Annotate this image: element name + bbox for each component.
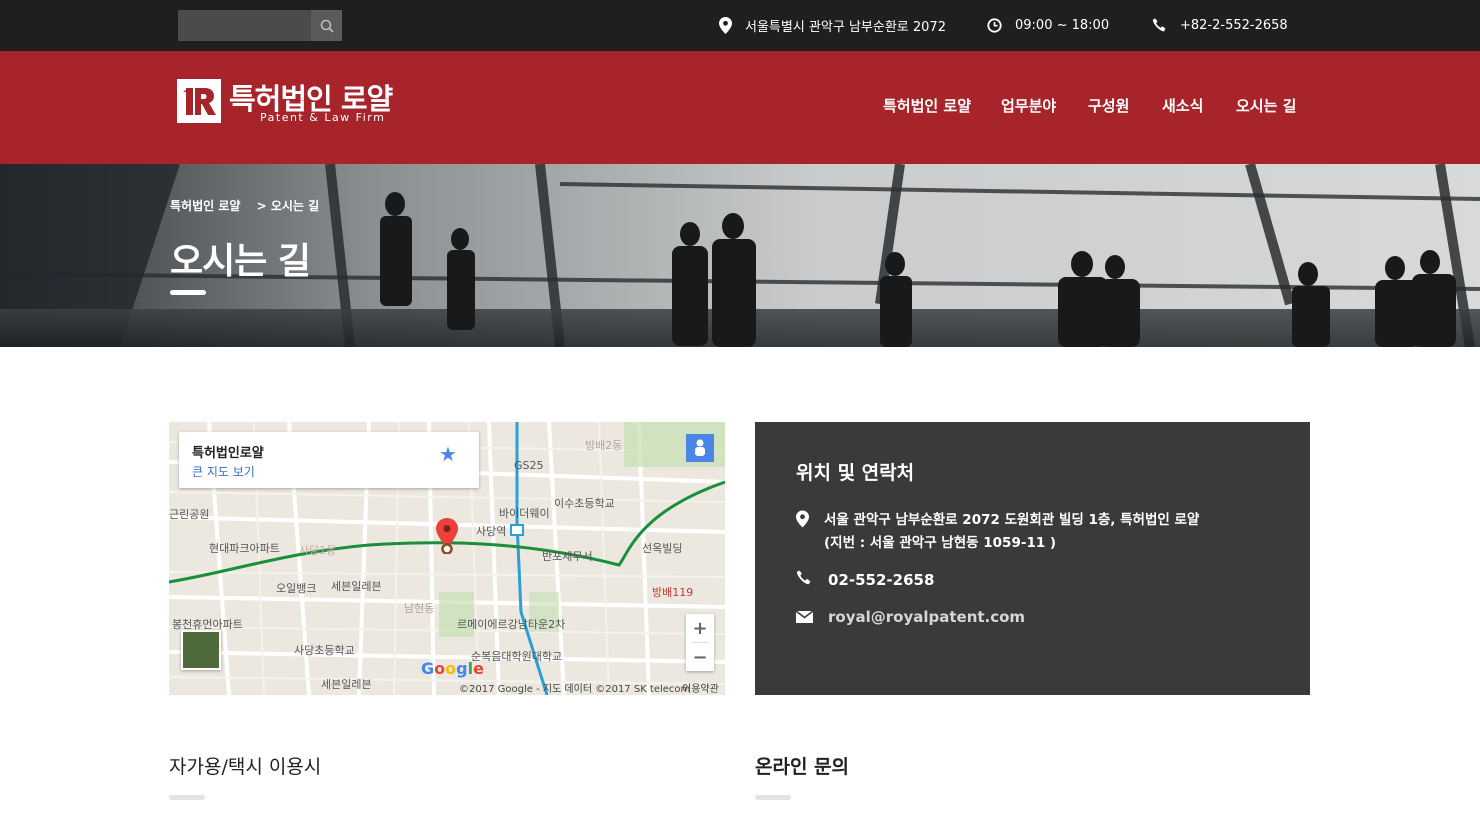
nav-item-members[interactable]: 구성원: [1088, 95, 1129, 116]
site-header: 특허법인 로얄 Patent & Law Firm 특허법인 로얄 업무분야 구…: [0, 51, 1480, 164]
map-label: 오일뱅크: [276, 582, 317, 595]
map-pin-icon: [719, 17, 732, 34]
zoom-out-button[interactable]: −: [686, 643, 714, 671]
map-label: 이수초등학교: [554, 497, 615, 510]
contact-phone-text: 02-552-2658: [828, 571, 935, 589]
contact-info-panel: 위치 및 연락처 서울 관악구 남부순환로 2072 도원회관 빌딩 1층, 특…: [755, 422, 1310, 695]
street-view-pegman-button[interactable]: [686, 434, 714, 462]
top-hours-text: 09:00 ~ 18:00: [1015, 18, 1110, 33]
map-label: GS25: [514, 459, 544, 472]
map-place-card: 특허법인로얄 큰 지도 보기 ★: [179, 432, 479, 488]
top-hours: 09:00 ~ 18:00: [987, 0, 1109, 51]
map-label: 근린공원: [169, 508, 210, 521]
top-bar: 서울특별시 관악구 남부순환로 2072 09:00 ~ 18:00 +82-2…: [0, 0, 1480, 51]
search-input[interactable]: [178, 10, 311, 41]
location-marker-icon[interactable]: [436, 518, 458, 554]
zoom-in-button[interactable]: +: [686, 614, 714, 642]
logo[interactable]: 특허법인 로얄 Patent & Law Firm: [177, 79, 417, 127]
view-larger-map-link[interactable]: 큰 지도 보기: [192, 463, 255, 480]
top-phone-text: +82-2-552-2658: [1180, 18, 1288, 33]
contact-email-link[interactable]: royal@royalpatent.com: [828, 606, 1025, 629]
section-underline: [755, 795, 791, 800]
pegman-icon: [695, 439, 705, 456]
map-label: 반포세무서: [542, 550, 593, 563]
nav-item-about[interactable]: 특허법인 로얄: [883, 95, 971, 116]
logo-subtitle: Patent & Law Firm: [260, 111, 386, 124]
map-label: 세븐일레븐: [321, 678, 372, 691]
clock-icon: [987, 18, 1002, 33]
breadcrumb: 특허법인 로얄 > 오시는 길: [170, 197, 319, 214]
map-label: 바이더웨이: [499, 507, 550, 520]
phone-icon: [1152, 18, 1166, 32]
map-label: 방배119: [652, 586, 694, 599]
online-inquiry-section-title: 온라인 문의: [755, 756, 850, 778]
logo-mark-icon: [177, 79, 221, 123]
page-hero: 특허법인 로얄 > 오시는 길 오시는 길: [0, 164, 1480, 347]
search-icon: [320, 19, 334, 33]
contact-address-line2: (지번 : 서울 관악구 남현동 1059-11 ): [824, 535, 1057, 551]
top-address: 서울특별시 관악구 남부순환로 2072: [719, 0, 946, 51]
map-terms-link[interactable]: 이용약관: [682, 680, 719, 695]
nav-item-news[interactable]: 새소식: [1162, 95, 1203, 116]
embedded-map[interactable]: 이수초등학교 바이더웨이 사당역 GS25 현대파크아파트 사당1동 오일뱅크 …: [169, 422, 725, 695]
save-star-icon[interactable]: ★: [439, 442, 457, 466]
nav-item-practice[interactable]: 업무분야: [1001, 95, 1056, 116]
map-label: 사당1동: [299, 544, 337, 557]
map-label: 사당초등학교: [294, 644, 355, 657]
section-underline: [169, 795, 205, 800]
map-label: 현대파크아파트: [209, 542, 280, 555]
top-address-text: 서울특별시 관악구 남부순환로 2072: [745, 20, 946, 35]
google-logo: Google: [421, 659, 484, 678]
title-underline: [170, 290, 206, 295]
envelope-icon: [796, 611, 813, 623]
map-label: 선옥빌딩: [642, 542, 683, 555]
top-phone: +82-2-552-2658: [1152, 0, 1288, 51]
map-pin-icon: [796, 510, 809, 528]
map-place-name: 특허법인로얄: [192, 446, 264, 461]
map-label: 순복음대학원대학교: [471, 650, 563, 663]
map-label: 세븐일레븐: [331, 580, 382, 593]
map-label: 르메이에르강남타운2차: [457, 618, 566, 631]
breadcrumb-home[interactable]: 특허법인 로얄: [170, 199, 240, 213]
map-label: 사당역: [476, 525, 507, 538]
map-label: 남현동: [404, 602, 435, 615]
zoom-controls: + −: [686, 614, 714, 671]
contact-info-title: 위치 및 연락처: [796, 462, 915, 484]
map-label: 방배2동: [585, 439, 623, 452]
map-attribution: ©2017 Google - 지도 데이터 ©2017 SK telecom: [459, 684, 691, 695]
breadcrumb-current: > 오시는 길: [256, 199, 320, 213]
car-taxi-section-title: 자가용/택시 이용시: [169, 756, 322, 778]
search-box: [178, 10, 342, 41]
satellite-toggle-button[interactable]: [181, 630, 221, 670]
contact-address-line1: 서울 관악구 남부순환로 2072 도원회관 빌딩 1층, 특허법인 로얄: [824, 512, 1200, 528]
phone-icon: [796, 570, 811, 585]
page-title: 오시는 길: [170, 241, 311, 282]
search-button[interactable]: [311, 10, 342, 41]
nav-item-directions[interactable]: 오시는 길: [1236, 95, 1296, 116]
